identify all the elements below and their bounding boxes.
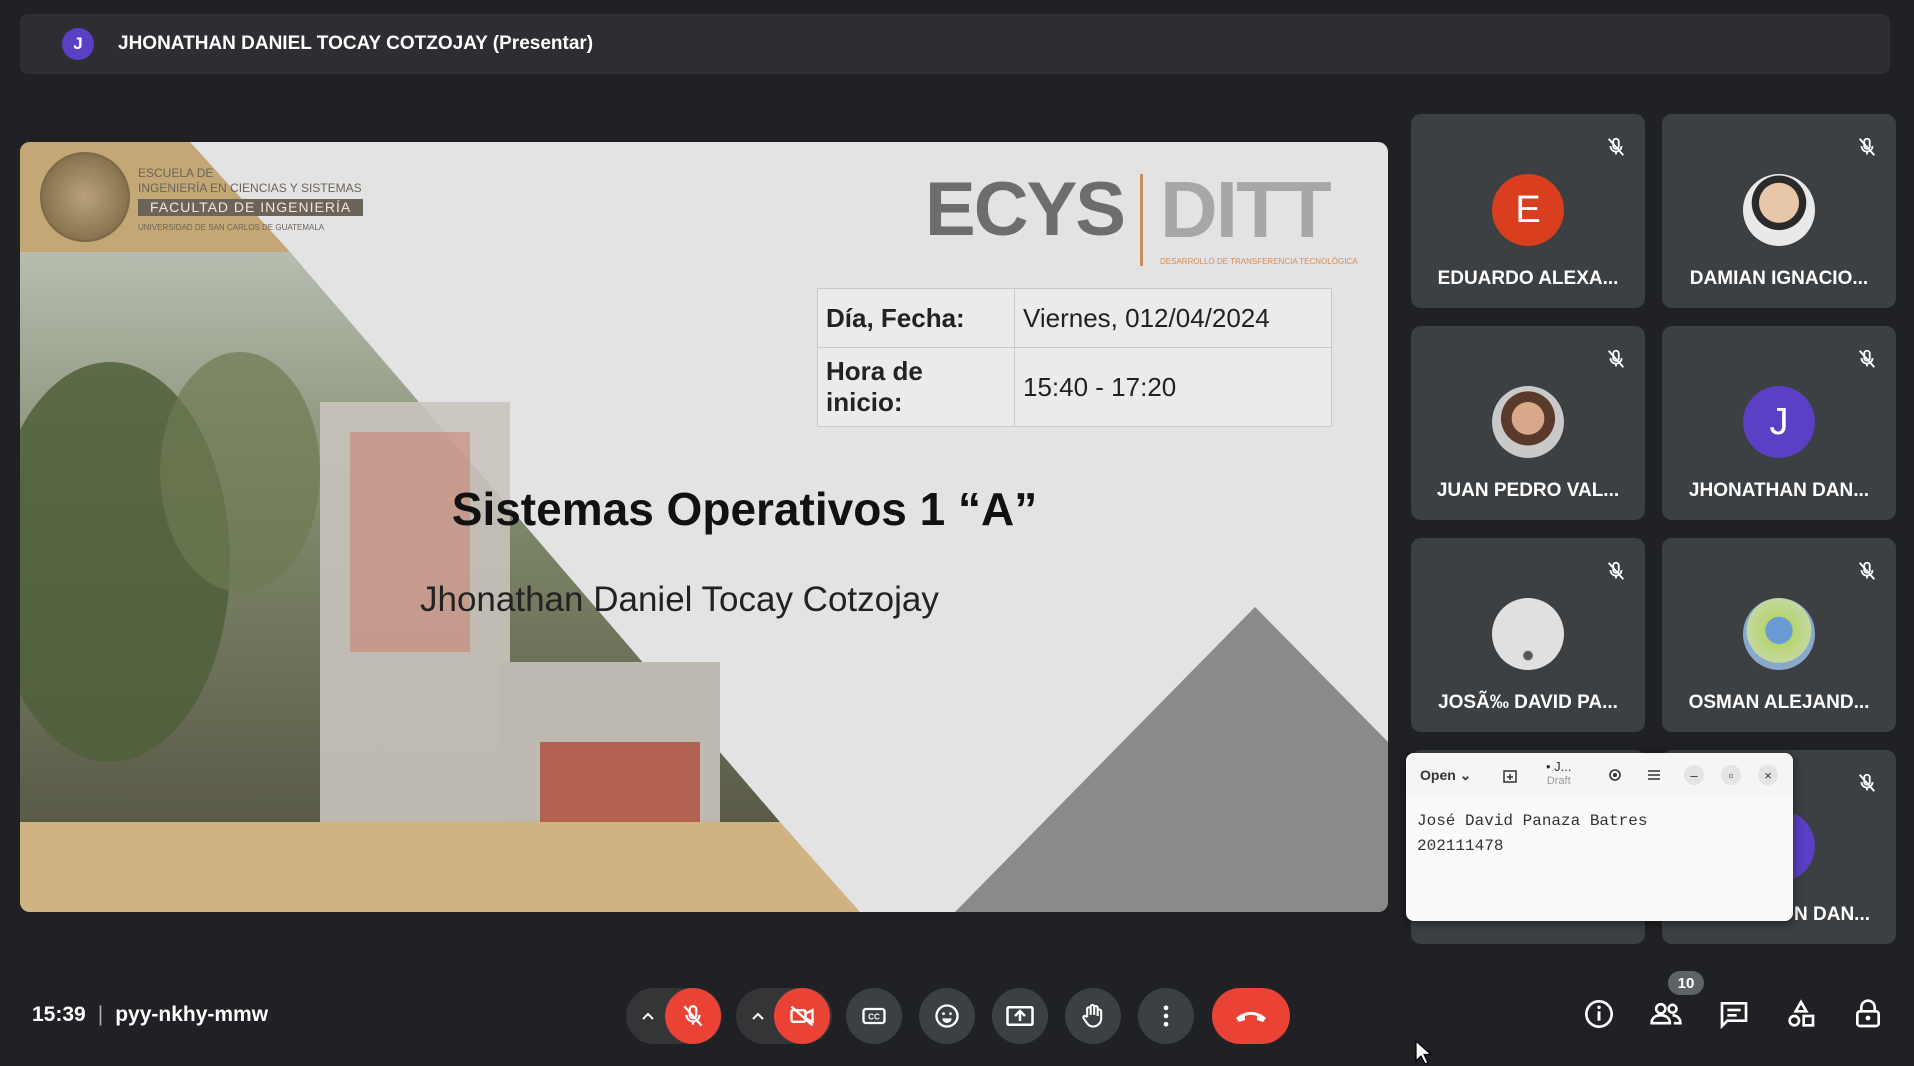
present-screen-icon (1006, 1006, 1034, 1026)
school-line2: INGENIERÍA EN CIENCIAS Y SISTEMAS (138, 181, 362, 195)
raise-hand-button[interactable] (1065, 988, 1121, 1044)
faculty-label: FACULTAD DE INGENIERÍA (138, 199, 364, 216)
document-status: Draft (1546, 775, 1571, 787)
participant-tile[interactable]: JUAN PEDRO VAL... (1411, 326, 1645, 520)
present-screen-button[interactable] (992, 988, 1048, 1044)
document-name: • J... (1546, 759, 1572, 774)
presenter-bar: J JHONATHAN DANIEL TOCAY COTZOJAY (Prese… (20, 14, 1890, 74)
menu-icon[interactable] (1646, 767, 1662, 783)
closed-captions-icon: CC (862, 1007, 886, 1025)
meeting-separator: | (97, 1003, 104, 1026)
avatar: J (1743, 386, 1815, 458)
mouse-cursor-icon (1415, 1040, 1433, 1065)
editor-headerbar: Open ⌄ • J... Draft – ▫ × (1406, 753, 1793, 797)
school-name: ESCUELA DE INGENIERÍA EN CIENCIAS Y SIST… (138, 166, 364, 235)
document-title: • J... Draft (1546, 759, 1572, 789)
reactions-button[interactable] (919, 988, 975, 1044)
mic-off-icon (1858, 773, 1876, 792)
university-seal (40, 152, 130, 242)
avatar: E (1492, 174, 1564, 246)
meeting-time: 15:39 (32, 1003, 86, 1026)
participant-name: OSMAN ALEJAND... (1688, 692, 1870, 713)
participant-name: JUAN PEDRO VAL... (1436, 480, 1620, 501)
date-label: Día, Fecha: (817, 288, 1015, 348)
more-vert-icon (1163, 1005, 1169, 1027)
activities-icon (1788, 999, 1815, 1027)
mic-toggle-button[interactable] (665, 988, 721, 1044)
close-icon[interactable]: × (1758, 765, 1778, 785)
people-button[interactable] (1648, 996, 1684, 1032)
avatar-photo (1743, 174, 1815, 246)
mic-off-icon (1858, 137, 1876, 156)
participant-tile[interactable]: E EDUARDO ALEXA... (1411, 114, 1645, 308)
meeting-details-button[interactable] (1581, 996, 1617, 1032)
captions-button[interactable]: CC (846, 988, 902, 1044)
maximize-icon[interactable]: ▫ (1721, 765, 1741, 785)
mic-off-icon (1607, 137, 1625, 156)
mic-off-icon (683, 1005, 703, 1027)
participant-count-badge: 10 (1668, 971, 1704, 995)
mic-off-icon (1858, 349, 1876, 368)
open-label: Open (1420, 766, 1456, 783)
activities-button[interactable] (1783, 996, 1819, 1032)
mic-off-icon (1858, 561, 1876, 580)
ecys-logo: ECYS (925, 167, 1126, 252)
avatar-photo (1492, 598, 1564, 670)
editor-line: José David Panaza Batres (1417, 812, 1648, 830)
host-controls-button[interactable] (1850, 996, 1886, 1032)
participant-name: JHONATHAN DAN... (1688, 480, 1870, 501)
schedule-table: Día, Fecha: Viernes, 012/04/2024 Hora de… (817, 288, 1332, 427)
editor-text-area[interactable]: José David Panaza Batres 202111478 (1406, 797, 1793, 871)
participant-tile[interactable]: DAMIAN IGNACIO... (1662, 114, 1896, 308)
university-label: UNIVERSIDAD DE SAN CARLOS DE GUATEMALA (138, 223, 325, 232)
chevron-up-icon[interactable] (748, 1006, 768, 1026)
participant-name: DAMIAN IGNACIO... (1689, 268, 1869, 289)
camera-off-icon (790, 1005, 814, 1027)
text-editor-window[interactable]: Open ⌄ • J... Draft – ▫ × José David Pan… (1406, 753, 1793, 921)
participant-name: JOSÃ‰ DAVID PA... (1438, 692, 1618, 713)
date-value: Viernes, 012/04/2024 (1014, 288, 1332, 348)
meeting-info: 15:39 | pyy-nkhy-mmw (32, 1003, 268, 1027)
raise-hand-icon (1082, 1003, 1103, 1028)
participant-tile[interactable]: OSMAN ALEJAND... (1662, 538, 1896, 732)
people-icon (1650, 1002, 1682, 1025)
chat-icon (1720, 1002, 1748, 1030)
settings-icon[interactable] (1606, 766, 1624, 784)
meeting-code: pyy-nkhy-mmw (115, 1003, 269, 1026)
time-label: Hora de inicio: (817, 347, 1015, 427)
mic-off-icon (1607, 561, 1625, 580)
ditt-subtitle: DESARROLLO DE TRANSFERENCIA TECNOLÓGICA (1160, 257, 1358, 266)
presenter-avatar: J (62, 28, 94, 60)
logo-divider (1140, 174, 1143, 266)
presentation-slide: ESCUELA DE INGENIERÍA EN CIENCIAS Y SIST… (20, 142, 1388, 912)
time-value: 15:40 - 17:20 (1014, 347, 1332, 427)
lock-person-icon (1856, 999, 1880, 1028)
new-tab-icon[interactable] (1502, 768, 1518, 784)
slide-title: Sistemas Operativos 1 “A” (451, 483, 1038, 535)
chat-button[interactable] (1716, 996, 1752, 1032)
participant-name: EDUARDO ALEXA... (1437, 268, 1619, 289)
minimize-icon[interactable]: – (1684, 765, 1704, 785)
participant-tile[interactable]: JOSÃ‰ DAVID PA... (1411, 538, 1645, 732)
ditt-logo: DITT (1160, 165, 1332, 254)
end-call-icon (1236, 1012, 1266, 1022)
avatar-photo (1743, 598, 1815, 670)
camera-toggle-button[interactable] (774, 988, 830, 1044)
school-line1: ESCUELA DE (138, 166, 214, 180)
chevron-up-icon[interactable] (638, 1006, 658, 1026)
more-options-button[interactable] (1138, 988, 1194, 1044)
participant-tile[interactable]: J JHONATHAN DAN... (1662, 326, 1896, 520)
avatar-photo (1492, 386, 1564, 458)
slide-author: Jhonathan Daniel Tocay Cotzojay (420, 580, 939, 619)
emoji-icon (935, 1004, 959, 1028)
leave-call-button[interactable] (1212, 988, 1290, 1044)
open-button[interactable]: Open ⌄ (1420, 767, 1471, 784)
info-icon (1585, 1000, 1613, 1028)
presenter-name: JHONATHAN DANIEL TOCAY COTZOJAY (Present… (118, 33, 594, 54)
svg-text:CC: CC (868, 1013, 880, 1022)
mic-off-icon (1607, 349, 1625, 368)
editor-line: 202111478 (1417, 837, 1504, 855)
